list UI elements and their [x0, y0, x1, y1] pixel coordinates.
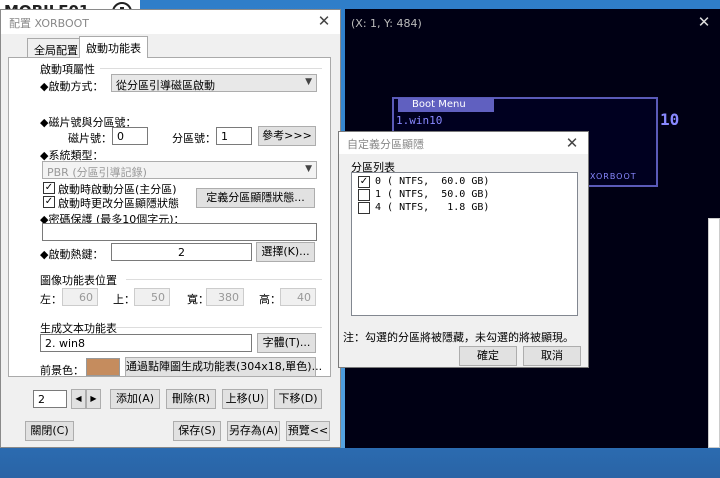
- config-title: 配置 XORBOOT: [9, 17, 90, 30]
- sys-type-select[interactable]: PBR (分區引導記錄) ▼: [42, 161, 317, 179]
- height-input[interactable]: 40: [280, 288, 316, 306]
- ok-button[interactable]: 確定: [459, 346, 517, 366]
- hotkey-select-button[interactable]: 選擇(K)...: [256, 242, 315, 262]
- partition-1-checkbox[interactable]: [358, 189, 370, 201]
- boot-menu-item: 1.win10: [396, 114, 443, 127]
- config-titlebar: 配置 XORBOOT ✕: [1, 10, 340, 34]
- group-divider: [126, 279, 322, 280]
- add-button[interactable]: 添加(A): [110, 389, 160, 409]
- prev-item-button[interactable]: ◀: [71, 389, 86, 409]
- hotkey-label: ◆啟動熱鍵：: [40, 248, 104, 261]
- tab-boot-menu[interactable]: 啟動功能表: [79, 36, 148, 58]
- menu-text-input[interactable]: 2. win8: [40, 334, 252, 352]
- move-up-button[interactable]: 上移(U): [222, 389, 268, 409]
- reference-button[interactable]: 參考>>>: [258, 126, 316, 146]
- fg-color-label: 前景色：: [40, 364, 84, 377]
- tab-global-config[interactable]: 全局配置: [27, 38, 85, 58]
- active-partition-checkbox[interactable]: ✓: [43, 182, 55, 194]
- dialog-note: 注：勾選的分區將被隱藏，未勾選的將被顯現。: [343, 331, 574, 344]
- cancel-button[interactable]: 取消: [523, 346, 581, 366]
- width-input[interactable]: 380: [206, 288, 244, 306]
- partition-4-checkbox[interactable]: [358, 202, 370, 214]
- hide-partition-label: 啟動時更改分區顯隱狀態: [58, 197, 179, 210]
- part-no-label: 分區號：: [172, 132, 216, 145]
- move-down-button[interactable]: 下移(D): [274, 389, 322, 409]
- right-triangle-icon: ▶: [90, 394, 97, 403]
- taskbar: [0, 448, 720, 478]
- part-no-input[interactable]: 1: [216, 127, 252, 145]
- hotkey-input[interactable]: 2: [111, 243, 252, 261]
- left-input[interactable]: 60: [62, 288, 98, 306]
- hide-partition-checkbox[interactable]: ✓: [43, 196, 55, 208]
- chevron-down-icon: ▼: [305, 77, 312, 87]
- top-label: 上：: [113, 293, 135, 306]
- partition-0-label: 0 ( NTFS, 60.0 GB): [375, 176, 490, 187]
- save-as-button[interactable]: 另存為(A): [227, 421, 280, 441]
- group-divider: [100, 68, 322, 69]
- boot-props-title: 啟動項屬性: [40, 63, 95, 76]
- close-button[interactable]: 關閉(C): [25, 421, 74, 441]
- font-button[interactable]: 字體(T)...: [257, 333, 316, 353]
- boot-mode-label: ◆啟動方式：: [40, 80, 104, 93]
- partition-1-label: 1 ( NTFS, 50.0 GB): [375, 189, 490, 200]
- partition-4-label: 4 ( NTFS, 1.8 GB): [375, 202, 490, 213]
- boot-brand-tag: XORBOOT: [590, 172, 637, 181]
- top-input[interactable]: 50: [134, 288, 170, 306]
- define-hidden-button[interactable]: 定義分區顯隱狀態...: [196, 188, 315, 208]
- password-input[interactable]: [42, 223, 317, 241]
- height-label: 高：: [259, 293, 281, 306]
- image-menu-title: 圖像功能表位置: [40, 274, 117, 287]
- delete-button[interactable]: 刪除(R): [166, 389, 216, 409]
- sys-type-value: PBR (分區引導記錄): [47, 166, 147, 179]
- group-divider: [112, 327, 322, 328]
- preview-button[interactable]: 預覽<<: [286, 421, 330, 441]
- dialog-title: 自定義分區顯隱: [347, 138, 424, 151]
- left-label: 左：: [40, 293, 62, 306]
- background-window-edge: [708, 218, 720, 448]
- save-button[interactable]: 保存(S): [173, 421, 221, 441]
- disk-no-label: 磁片號：: [68, 132, 112, 145]
- boot-menu-title: Boot Menu: [398, 98, 494, 112]
- config-close-icon[interactable]: ✕: [314, 12, 334, 30]
- boot-mode-select[interactable]: 從分區引導磁區啟動 ▼: [111, 74, 317, 92]
- dialog-close-icon[interactable]: ✕: [562, 134, 582, 152]
- fg-color-swatch[interactable]: [86, 358, 120, 376]
- partition-0-checkbox[interactable]: ✓: [358, 176, 370, 188]
- boot-countdown: 10: [660, 110, 680, 129]
- bitmap-generate-button[interactable]: 通過點陣圖生成功能表(304x18,單色)...: [125, 357, 322, 377]
- item-index-input[interactable]: 2: [33, 390, 67, 408]
- next-item-button[interactable]: ▶: [86, 389, 101, 409]
- hide-dialog: 自定義分區顯隱 ✕ 分區列表 ✓ 0 ( NTFS, 60.0 GB) 1 ( …: [338, 131, 589, 368]
- dialog-titlebar: 自定義分區顯隱 ✕: [339, 132, 588, 154]
- chevron-down-icon: ▼: [305, 164, 312, 174]
- preview-close-icon[interactable]: ✕: [694, 13, 714, 31]
- boot-mode-value: 從分區引導磁區啟動: [116, 79, 215, 92]
- preview-title: (X: 1, Y: 484): [351, 17, 422, 30]
- disk-no-input[interactable]: 0: [112, 127, 148, 145]
- left-triangle-icon: ◀: [75, 394, 82, 403]
